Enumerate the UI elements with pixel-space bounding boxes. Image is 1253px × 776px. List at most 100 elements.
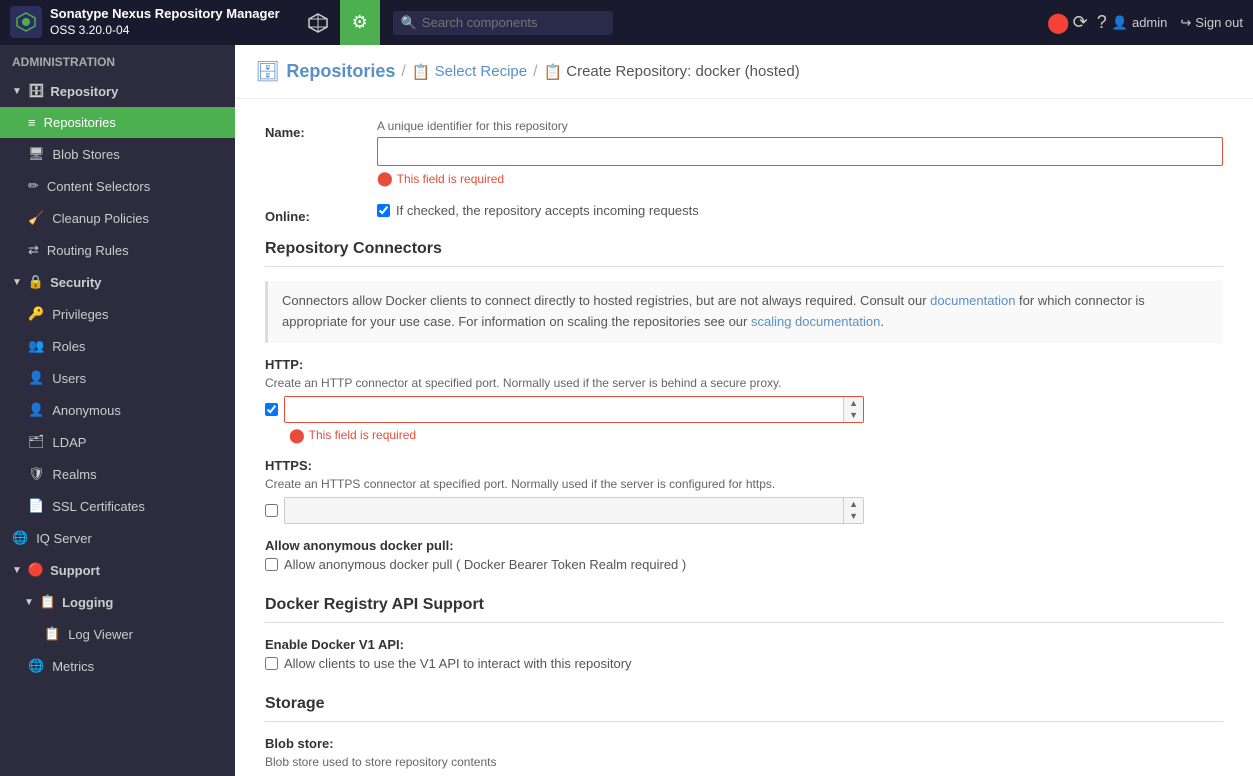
sidebar-item-privileges[interactable]: 🔑 Privileges [0,298,235,330]
help-icon[interactable]: ? [1097,12,1107,33]
select-recipe-icon: 📋 [412,63,431,81]
http-label: HTTP: [265,357,1223,372]
https-input-row: ▲ ▼ [265,497,1223,524]
https-field-block: HTTPS: Create an HTTPS connector at spec… [265,458,1223,524]
user-menu[interactable]: 👤 admin [1112,15,1168,31]
alert-badge: ! [1056,14,1061,32]
iq-server-icon: 🌐 [12,530,28,546]
anon-docker-pull-description: Allow anonymous docker pull ( Docker Bea… [284,557,686,572]
sidebar-label-repositories: Repositories [44,115,116,130]
https-decrement-button[interactable]: ▼ [844,510,863,523]
log-viewer-icon: 📋 [44,626,60,642]
main-content: 🗄 Repositories / 📋 Select Recipe / 📋 Cre… [235,45,1253,776]
anon-docker-pull-checkbox[interactable] [265,558,278,571]
chevron-down-icon-support: ▼ [12,565,22,576]
http-checkbox[interactable] [265,403,278,416]
sidebar-item-roles[interactable]: 👥 Roles [0,330,235,362]
create-repo-form: Name: A unique identifier for this repos… [235,99,1253,776]
https-spinner-container: ▲ ▼ [284,497,864,524]
sidebar-label-ssl: SSL Certificates [52,499,145,514]
sidebar-label-content-selectors: Content Selectors [47,179,150,194]
scaling-doc-link[interactable]: scaling documentation [751,314,880,329]
sidebar-item-routing-rules[interactable]: ⇄ Routing Rules [0,234,235,266]
anonymous-icon: 👤 [28,402,44,418]
sidebar-item-logging-group[interactable]: ▼ 📋 Logging [0,586,235,618]
https-port-input[interactable] [285,498,843,523]
search-input[interactable] [422,15,605,30]
logo-icon [10,6,42,38]
cleanup-policies-icon: 🧹 [28,210,44,226]
http-increment-button[interactable]: ▲ [844,397,863,410]
repositories-breadcrumb-link[interactable]: Repositories [286,61,395,82]
online-field-container: If checked, the repository accepts incom… [377,203,1223,218]
docker-api-section: Docker Registry API Support Enable Docke… [265,596,1223,671]
sidebar-item-support-group[interactable]: ▼ 🔴 Support [0,554,235,586]
http-spinner-container: ▲ ▼ [284,396,864,423]
name-input[interactable] [377,137,1223,166]
http-desc: Create an HTTP connector at specified po… [265,376,1223,390]
name-form-row: Name: A unique identifier for this repos… [265,119,1223,187]
cube-nav-button[interactable] [298,0,338,45]
sidebar-item-repositories[interactable]: ≡ Repositories [0,107,235,138]
username-label: admin [1132,15,1167,30]
name-error-msg: ⬤ This field is required [377,170,1223,187]
name-error-text: This field is required [397,172,504,186]
sidebar-item-security-group[interactable]: ▼ 🔒 Security [0,266,235,298]
blob-stores-icon: 🖥 [28,146,45,162]
sidebar-label-repository: Repository [50,84,118,99]
sidebar-item-users[interactable]: 👤 Users [0,362,235,394]
http-decrement-button[interactable]: ▼ [844,409,863,422]
blob-store-block: Blob store: Blob store used to store rep… [265,736,1223,769]
search-icon: 🔍 [401,15,417,31]
sidebar-item-metrics[interactable]: 🌐 Metrics [0,650,235,682]
realms-icon: 🛡 [28,466,45,482]
sidebar-label-users: Users [52,371,86,386]
sign-out-label: Sign out [1195,15,1243,30]
sign-out-icon: ↪ [1180,15,1191,31]
enable-v1-label: Enable Docker V1 API: [265,637,1223,652]
enable-v1-checkbox[interactable] [265,657,278,670]
sidebar-item-log-viewer[interactable]: 📋 Log Viewer [0,618,235,650]
settings-nav-button[interactable]: ⚙ [340,0,380,45]
sidebar-item-repository-group[interactable]: ▼ 🗄 Repository [0,75,235,107]
sidebar-item-ldap[interactable]: 🗂 LDAP [0,426,235,458]
sidebar-item-blob-stores[interactable]: 🖥 Blob Stores [0,138,235,170]
https-increment-button[interactable]: ▲ [844,498,863,511]
sidebar-item-anonymous[interactable]: 👤 Anonymous [0,394,235,426]
sidebar-label-log-viewer: Log Viewer [68,627,133,642]
sidebar-item-cleanup-policies[interactable]: 🧹 Cleanup Policies [0,202,235,234]
sidebar-label-privileges: Privileges [52,307,108,322]
https-label: HTTPS: [265,458,1223,473]
repo-connectors-section: Repository Connectors Connectors allow D… [265,240,1223,572]
sidebar-icon-repository: 🗄 [28,83,45,99]
sidebar-item-realms[interactable]: 🛡 Realms [0,458,235,490]
app-logo: Sonatype Nexus Repository Manager OSS 3.… [10,6,280,38]
sidebar-label-logging: Logging [62,595,113,610]
refresh-icon[interactable]: ⟳ [1073,12,1088,33]
docker-api-title: Docker Registry API Support [265,596,1223,623]
sidebar-label-support: Support [50,563,100,578]
sidebar-label-metrics: Metrics [52,659,94,674]
http-port-input[interactable] [285,397,843,422]
main-layout: Administration ▼ 🗄 Repository ≡ Reposito… [0,45,1253,776]
select-recipe-breadcrumb-link[interactable]: 📋 Select Recipe [412,63,527,81]
anon-docker-pull-checkbox-row: Allow anonymous docker pull ( Docker Bea… [265,557,1223,572]
sidebar-item-iq-server[interactable]: 🌐 IQ Server [0,522,235,554]
http-field-block: HTTP: Create an HTTP connector at specif… [265,357,1223,444]
sidebar-item-content-selectors[interactable]: ✏ Content Selectors [0,170,235,202]
repositories-breadcrumb-icon: 🗄 [255,59,280,84]
sidebar-label-roles: Roles [52,339,85,354]
enable-v1-checkbox-row: Allow clients to use the V1 API to inter… [265,656,1223,671]
documentation-link[interactable]: documentation [930,293,1015,308]
nav-icon-group: ⚙ [298,0,380,45]
sidebar-label-cleanup-policies: Cleanup Policies [52,211,149,226]
sign-out-button[interactable]: ↪ Sign out [1180,15,1243,31]
search-bar[interactable]: 🔍 [393,11,613,35]
sidebar-item-ssl-certificates[interactable]: 📄 SSL Certificates [0,490,235,522]
user-icon: 👤 [1112,15,1128,31]
privileges-icon: 🔑 [28,306,44,322]
online-checkbox[interactable] [377,204,390,217]
http-error-icon: ⬤ [289,427,305,444]
create-repo-breadcrumb-current: 📋 Create Repository: docker (hosted) [544,63,800,81]
https-checkbox[interactable] [265,504,278,517]
